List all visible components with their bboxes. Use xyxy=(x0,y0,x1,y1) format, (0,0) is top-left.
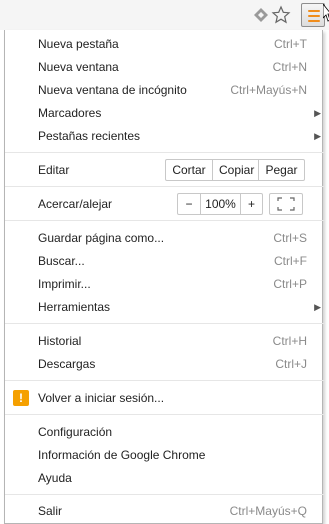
menu-separator xyxy=(5,152,324,153)
fullscreen-button[interactable] xyxy=(269,193,303,215)
menu-item-label: Configuración xyxy=(38,425,113,439)
menu-item-sign-in-again[interactable]: ! Volver a iniciar sesión... xyxy=(5,387,324,409)
menu-item-label: Salir xyxy=(38,504,63,518)
bookmark-star-icon[interactable] xyxy=(271,5,291,25)
menu-item-label: Ayuda xyxy=(38,471,72,485)
zoom-in-button[interactable]: + xyxy=(240,194,262,214)
menu-item-label: Herramientas xyxy=(38,300,111,314)
menu-item-shortcut: Ctrl+S xyxy=(273,231,307,245)
menu-item-incognito[interactable]: Nueva ventana de incógnito Ctrl+Mayús+N xyxy=(5,79,324,101)
menu-item-label: Guardar página como... xyxy=(38,231,165,245)
menu-item-label: Volver a iniciar sesión... xyxy=(38,391,165,405)
menu-item-shortcut: Ctrl+J xyxy=(275,357,307,371)
menu-item-label: Nueva ventana de incógnito xyxy=(38,83,187,97)
menu-item-label: Pestañas recientes xyxy=(38,129,141,143)
menu-item-shortcut: Ctrl+Mayús+N xyxy=(230,83,307,97)
menu-item-shortcut: Ctrl+F xyxy=(274,254,307,268)
cut-button[interactable]: Cortar xyxy=(166,160,212,180)
menu-bar-icon xyxy=(308,15,320,17)
edit-label: Editar xyxy=(38,163,70,177)
menu-item-print[interactable]: Imprimir... Ctrl+P xyxy=(5,273,324,295)
menu-item-label: Descargas xyxy=(38,357,96,371)
menu-item-tools[interactable]: Herramientas ▶ xyxy=(5,296,324,318)
zoom-button-group: − 100% + xyxy=(177,193,263,215)
warning-icon: ! xyxy=(13,390,29,406)
menu-item-new-window[interactable]: Nueva ventana Ctrl+N xyxy=(5,56,324,78)
chrome-menu-button[interactable] xyxy=(301,3,325,27)
copy-button[interactable]: Copiar xyxy=(212,160,258,180)
menu-item-shortcut: Ctrl+T xyxy=(274,37,307,51)
fullscreen-icon xyxy=(277,197,295,211)
menu-bar-icon xyxy=(308,10,320,12)
submenu-arrow-icon: ▶ xyxy=(314,302,321,312)
menu-separator xyxy=(5,414,324,415)
mouse-cursor-icon xyxy=(323,4,329,22)
menu-item-bookmarks[interactable]: Marcadores ▶ xyxy=(5,102,324,124)
menu-item-label: Marcadores xyxy=(38,106,102,120)
menu-bar-icon xyxy=(308,20,320,22)
chrome-menu: Nueva pestaña Ctrl+T Nueva ventana Ctrl+… xyxy=(4,30,324,524)
menu-separator xyxy=(5,220,324,221)
paste-button[interactable]: Pegar xyxy=(258,160,304,180)
menu-item-settings[interactable]: Configuración xyxy=(5,421,324,443)
submenu-arrow-icon: ▶ xyxy=(314,108,321,118)
menu-item-downloads[interactable]: Descargas Ctrl+J xyxy=(5,353,324,375)
zoom-out-button[interactable]: − xyxy=(178,194,200,214)
menu-item-find[interactable]: Buscar... Ctrl+F xyxy=(5,250,324,272)
menu-item-history[interactable]: Historial Ctrl+H xyxy=(5,330,324,352)
menu-item-label: Información de Google Chrome xyxy=(38,448,206,462)
zoom-label: Acercar/alejar xyxy=(38,197,113,211)
menu-item-shortcut: Ctrl+Mayús+Q xyxy=(229,504,307,518)
menu-item-shortcut: Ctrl+N xyxy=(272,60,307,74)
menu-separator xyxy=(5,186,324,187)
menu-item-shortcut: Ctrl+P xyxy=(273,277,307,291)
menu-item-label: Nueva ventana xyxy=(38,60,119,74)
menu-item-label: Nueva pestaña xyxy=(38,37,119,51)
extension-icon[interactable] xyxy=(252,6,270,24)
menu-item-label: Historial xyxy=(38,334,82,348)
menu-item-label: Buscar... xyxy=(38,254,85,268)
menu-item-help[interactable]: Ayuda xyxy=(5,467,324,489)
menu-item-new-tab[interactable]: Nueva pestaña Ctrl+T xyxy=(5,33,324,55)
menu-item-recent-tabs[interactable]: Pestañas recientes ▶ xyxy=(5,125,324,147)
menu-item-label: Imprimir... xyxy=(38,277,91,291)
browser-toolbar xyxy=(0,0,329,30)
menu-separator xyxy=(5,323,324,324)
edit-button-group: Cortar Copiar Pegar xyxy=(165,159,305,181)
menu-item-shortcut: Ctrl+H xyxy=(272,334,307,348)
menu-item-exit[interactable]: Salir Ctrl+Mayús+Q xyxy=(5,500,324,522)
zoom-level: 100% xyxy=(200,194,240,214)
menu-item-save-page[interactable]: Guardar página como... Ctrl+S xyxy=(5,227,324,249)
menu-separator xyxy=(5,494,324,495)
submenu-arrow-icon: ▶ xyxy=(314,131,321,141)
menu-separator xyxy=(5,380,324,381)
menu-item-about-chrome[interactable]: Información de Google Chrome xyxy=(5,444,324,466)
